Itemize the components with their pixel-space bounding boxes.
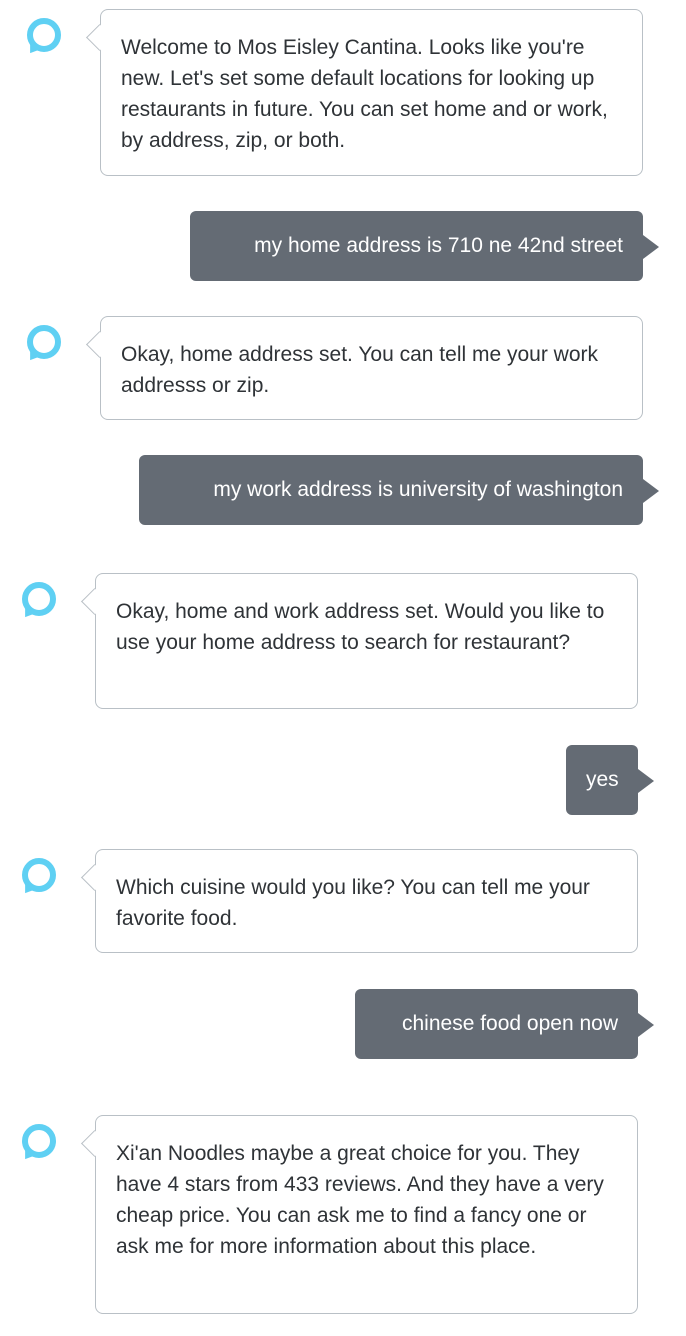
- user-bubble: my home address is 710 ne 42nd street: [190, 211, 659, 281]
- alexa-ring-icon: [27, 325, 61, 359]
- alexa-ring-icon: [22, 1124, 56, 1158]
- chat-transcript: Welcome to Mos Eisley Cantina. Looks lik…: [0, 0, 686, 1336]
- assistant-bubble: Okay, home and work address set. Would y…: [95, 573, 638, 709]
- user-bubble: my work address is university of washing…: [139, 455, 659, 525]
- assistant-bubble: Which cuisine would you like? You can te…: [95, 849, 638, 953]
- alexa-ring-icon: [27, 18, 61, 52]
- assistant-bubble: Xi'an Noodles maybe a great choice for y…: [95, 1115, 638, 1314]
- user-bubble: yes: [566, 745, 654, 815]
- alexa-ring-icon: [22, 582, 56, 616]
- user-bubble: chinese food open now: [355, 989, 654, 1059]
- assistant-bubble: Okay, home address set. You can tell me …: [100, 316, 643, 420]
- assistant-bubble: Welcome to Mos Eisley Cantina. Looks lik…: [100, 9, 643, 176]
- alexa-ring-icon: [22, 858, 56, 892]
